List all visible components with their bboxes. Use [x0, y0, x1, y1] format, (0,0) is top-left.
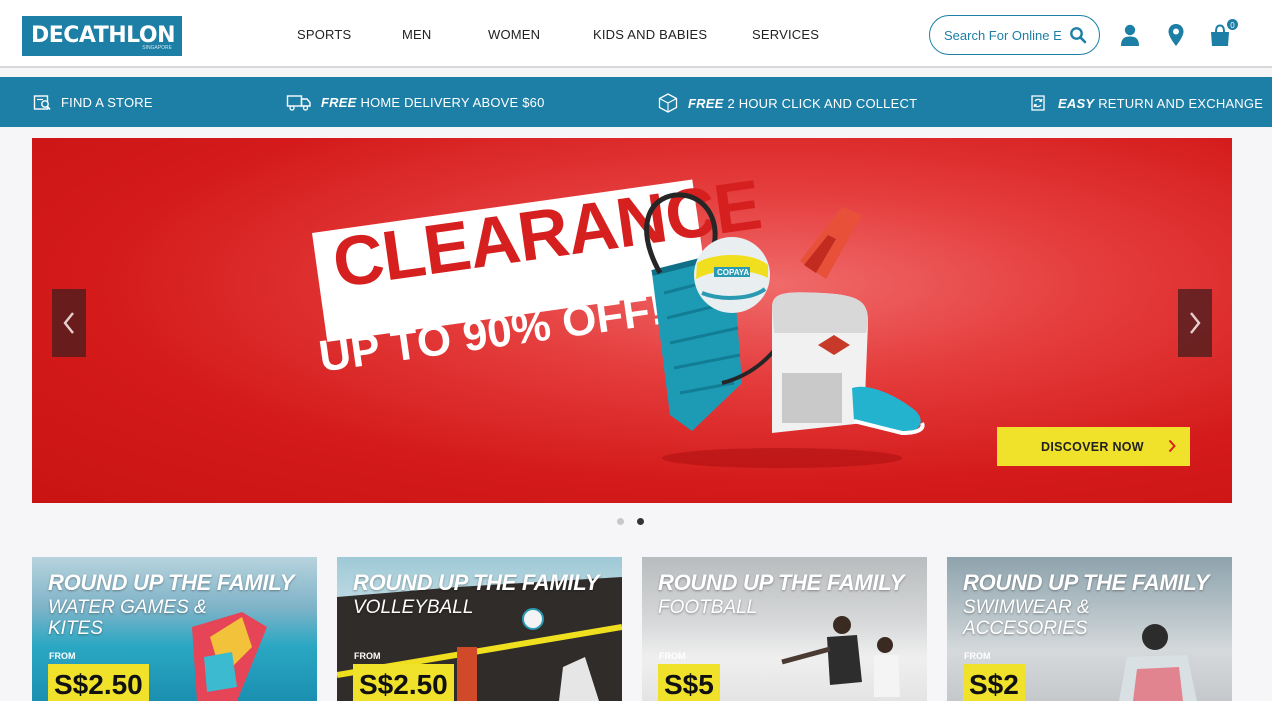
search-icon[interactable]: [1069, 26, 1087, 44]
carousel-next-button[interactable]: [1178, 289, 1212, 357]
chevron-right-icon: [1168, 439, 1176, 453]
discover-now-button[interactable]: DISCOVER NOW: [997, 427, 1190, 466]
card-subtitle: SWIMWEAR & ACCESORIES: [963, 597, 1090, 639]
service-easy-return[interactable]: EASY RETURN AND EXCHANGE: [1027, 92, 1263, 114]
card-price: S$5: [658, 664, 720, 701]
logo-subtext: SINGAPORE: [142, 45, 172, 51]
nav-item-men[interactable]: MEN: [402, 27, 432, 42]
decathlon-logo[interactable]: DECATHLON SINGAPORE: [22, 16, 182, 56]
nav-item-sports[interactable]: SPORTS: [297, 27, 351, 42]
hero-banner[interactable]: CLEARANCE UP TO 90% OFF! COPAYA DISCOVER…: [32, 138, 1232, 503]
service-emphasis: EASY: [1058, 95, 1095, 111]
site-header: DECATHLON SINGAPORE SPORTS MEN WOMEN KID…: [0, 0, 1272, 68]
card-from-label: FROM: [964, 651, 991, 661]
hero-product-illustration: COPAYA: [644, 192, 925, 468]
service-label: HOME DELIVERY ABOVE $60: [360, 94, 545, 110]
click-collect-box-icon: [658, 93, 678, 113]
chevron-left-icon: [63, 312, 74, 334]
service-free-delivery[interactable]: FREE HOME DELIVERY ABOVE $60: [286, 92, 545, 112]
service-find-store[interactable]: FIND A STORE: [32, 92, 153, 112]
card-subtitle: WATER GAMES & KITES: [48, 597, 207, 639]
search-box: [929, 15, 1100, 55]
carousel-dot-2[interactable]: [637, 518, 644, 525]
category-card-swimwear[interactable]: ROUND UP THE FAMILY SWIMWEAR & ACCESORIE…: [947, 557, 1232, 701]
user-icon[interactable]: [1117, 22, 1143, 48]
nav-item-women[interactable]: WOMEN: [488, 27, 540, 42]
service-label: 2 HOUR CLICK AND COLLECT: [727, 95, 918, 111]
card-title: ROUND UP THE FAMILY: [48, 570, 295, 595]
card-subtitle: VOLLEYBALL: [353, 597, 474, 618]
category-card-football[interactable]: ROUND UP THE FAMILY FOOTBALL FROM S$5: [642, 557, 927, 701]
delivery-truck-icon: [286, 95, 311, 111]
service-label: RETURN AND EXCHANGE: [1098, 95, 1264, 111]
card-subtitle: FOOTBALL: [658, 597, 758, 618]
category-card-volleyball[interactable]: ROUND UP THE FAMILY VOLLEYBALL FROM S$2.…: [337, 557, 622, 701]
card-price: S$2: [963, 664, 1025, 701]
card-price: S$2.50: [353, 664, 454, 701]
search-input[interactable]: [944, 27, 1062, 43]
card-price: S$2.50: [48, 664, 149, 701]
chevron-right-icon: [1190, 312, 1201, 334]
nav-item-kids-and-babies[interactable]: KIDS AND BABIES: [593, 27, 707, 42]
service-label: FIND A STORE: [61, 94, 153, 110]
discover-now-label: DISCOVER NOW: [1041, 439, 1144, 454]
category-card-water-games[interactable]: ROUND UP THE FAMILY WATER GAMES & KITES …: [32, 557, 317, 701]
store-locator-icon: [33, 95, 51, 111]
service-emphasis: FREE: [688, 95, 724, 111]
card-from-label: FROM: [354, 651, 381, 661]
service-emphasis: FREE: [321, 94, 357, 110]
nav-item-services[interactable]: SERVICES: [752, 27, 819, 42]
carousel-indicators: [617, 518, 644, 525]
logo-wordmark: DECATHLON: [31, 23, 176, 48]
service-bar: FIND A STORE FREE HOME DELIVERY ABOVE $6…: [0, 77, 1272, 127]
card-from-label: FROM: [659, 651, 686, 661]
service-click-collect[interactable]: FREE 2 HOUR CLICK AND COLLECT: [657, 92, 917, 114]
card-title: ROUND UP THE FAMILY: [658, 570, 905, 595]
return-exchange-icon: [1031, 95, 1045, 111]
cart-count-badge: 0: [1226, 18, 1239, 31]
card-title: ROUND UP THE FAMILY: [963, 570, 1210, 595]
map-pin-icon[interactable]: [1163, 22, 1189, 48]
ball-brand-text: COPAYA: [717, 268, 749, 277]
card-title: ROUND UP THE FAMILY: [353, 570, 600, 595]
carousel-dot-1[interactable]: [617, 518, 624, 525]
carousel-prev-button[interactable]: [52, 289, 86, 357]
card-from-label: FROM: [49, 651, 76, 661]
